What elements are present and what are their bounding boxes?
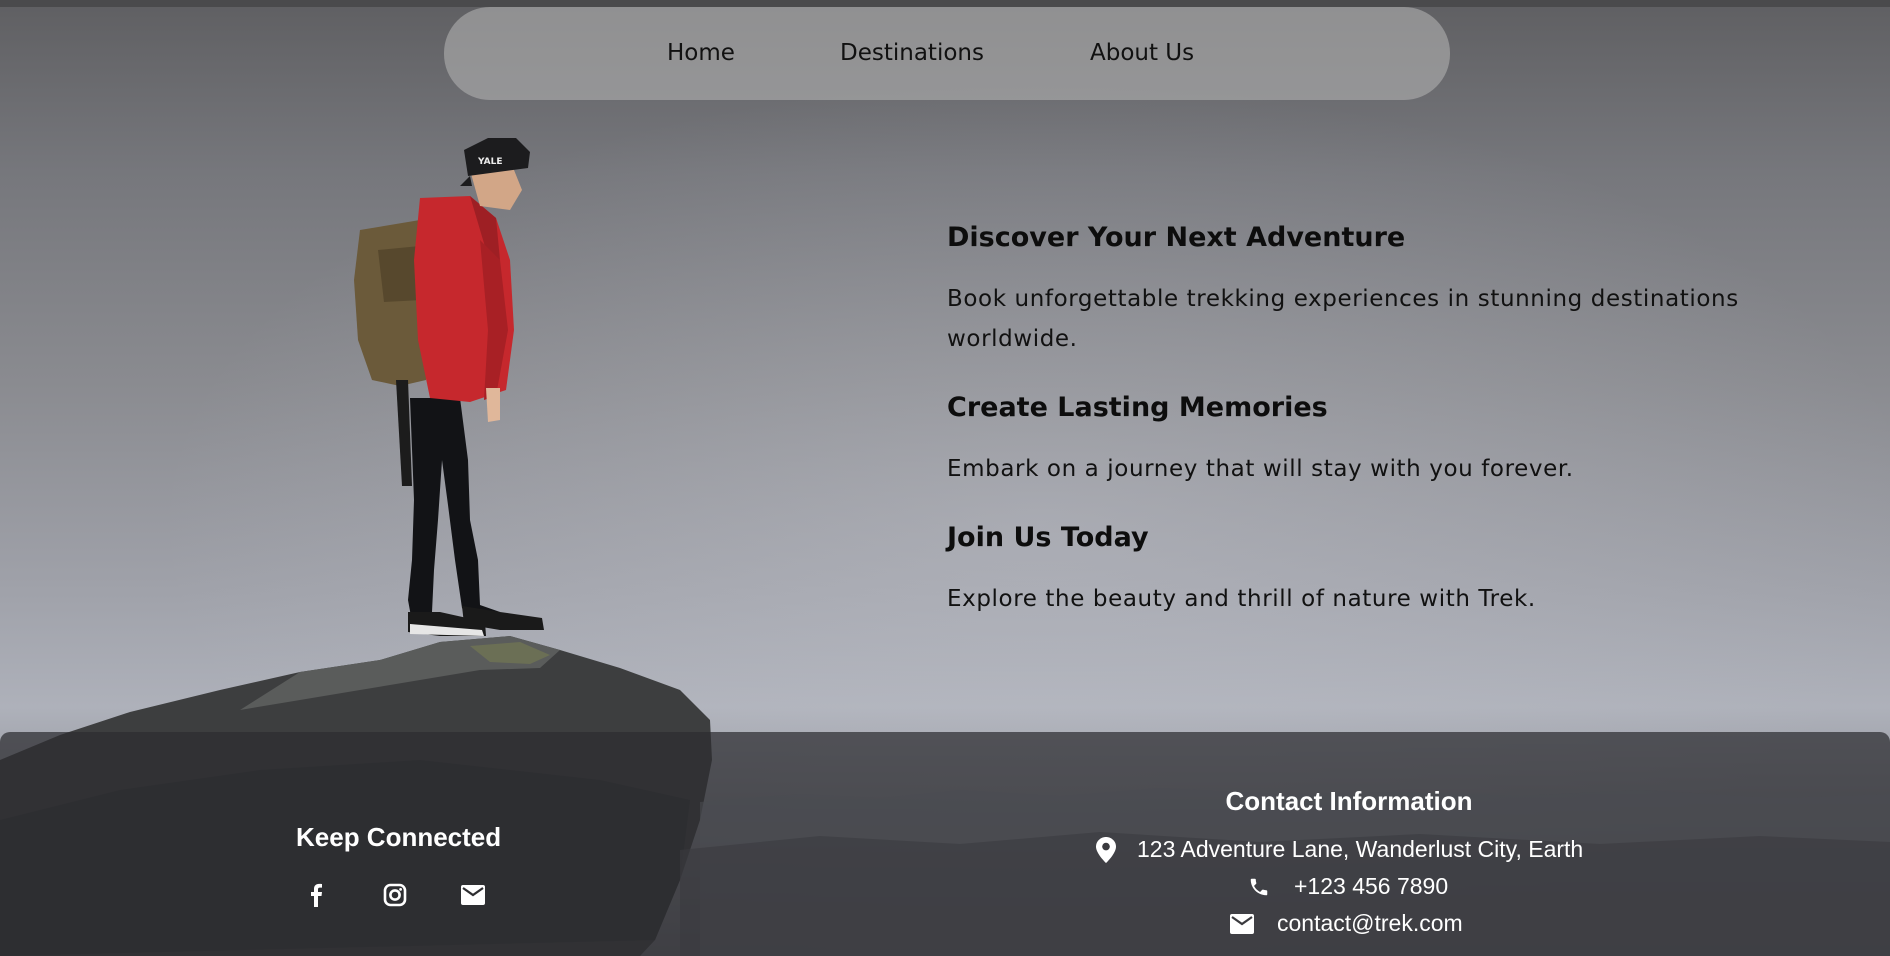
keep-connected-title: Keep Connected — [296, 822, 502, 852]
page: YALE Home Destinations About Us Discover… — [0, 0, 1890, 956]
contact-email-link[interactable]: contact@trek.com — [1277, 910, 1463, 937]
instagram-icon[interactable] — [380, 880, 410, 910]
hero-text-discover: Book unforgettable trekking experiences … — [947, 286, 1739, 352]
contact-phone: +123 456 7890 — [1246, 873, 1448, 900]
nav-about-link[interactable]: About Us — [1090, 40, 1194, 66]
hero-heading-discover: Discover Your Next Adventure — [947, 222, 1406, 253]
mail-icon[interactable] — [458, 880, 488, 910]
nav-home-link[interactable]: Home — [667, 40, 735, 66]
envelope-icon — [1229, 911, 1255, 937]
footer — [0, 732, 1890, 956]
contact-phone-text: +123 456 7890 — [1294, 873, 1449, 899]
phone-icon — [1246, 874, 1272, 900]
location-pin-icon — [1093, 836, 1119, 863]
hero-text-join: Explore the beauty and thrill of nature … — [947, 586, 1536, 612]
nav-destinations-link[interactable]: Destinations — [840, 40, 984, 66]
contact-address: 123 Adventure Lane, Wanderlust City, Ear… — [1093, 836, 1583, 863]
hero-text: Discover Your Next Adventure Book unforg… — [947, 215, 1877, 645]
nav-bar: Home Destinations About Us — [444, 7, 1450, 100]
contact-email: contact@trek.com — [1229, 910, 1463, 937]
hero-heading-join: Join Us Today — [947, 522, 1149, 553]
hero-heading-memories: Create Lasting Memories — [947, 392, 1328, 423]
facebook-icon[interactable] — [301, 880, 331, 910]
hero-text-memories: Embark on a journey that will stay with … — [947, 456, 1574, 482]
contact-address-text: 123 Adventure Lane, Wanderlust City, Ear… — [1137, 836, 1584, 862]
